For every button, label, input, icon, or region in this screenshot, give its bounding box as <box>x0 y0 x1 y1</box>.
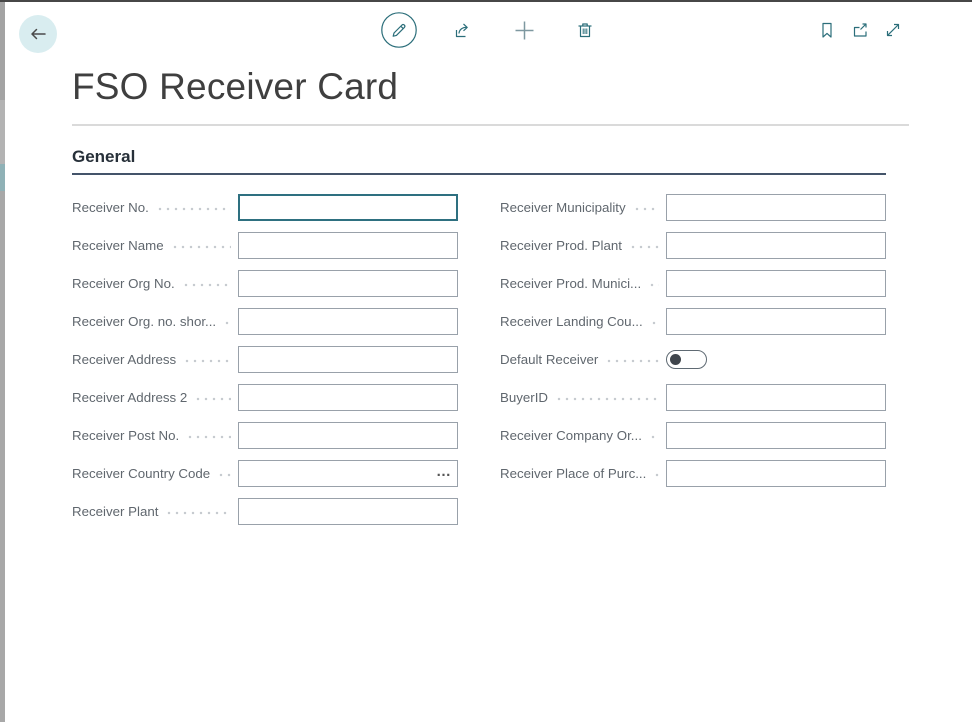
dotted-leader <box>217 473 231 477</box>
field-receiver-company-org: Receiver Company Or... <box>500 416 886 454</box>
field-label: Receiver Place of Purc... <box>500 466 646 481</box>
popout-icon <box>850 20 870 40</box>
toggle-knob <box>670 354 681 365</box>
field-receiver-prod-plant: Receiver Prod. Plant <box>500 226 886 264</box>
field-receiver-org-no: Receiver Org No. <box>72 264 458 302</box>
fields-left-column: Receiver No. Receiver Name Receiver Org … <box>72 188 458 530</box>
receiver-address-2-input[interactable] <box>238 384 458 411</box>
expand-button[interactable] <box>874 2 912 58</box>
field-default-receiver: Default Receiver <box>500 340 886 378</box>
receiver-place-of-purchase-input[interactable] <box>666 460 886 487</box>
field-receiver-name: Receiver Name <box>72 226 458 264</box>
receiver-post-no-input[interactable] <box>238 422 458 449</box>
field-label: Receiver Landing Cou... <box>500 314 643 329</box>
toggle-control <box>666 350 886 369</box>
buyer-id-input[interactable] <box>666 384 886 411</box>
pencil-icon <box>380 11 418 49</box>
receiver-prod-plant-input[interactable] <box>666 232 886 259</box>
section-underline <box>72 173 886 175</box>
new-button[interactable] <box>505 2 543 58</box>
field-label: Receiver Company Or... <box>500 428 642 443</box>
trash-icon <box>575 20 595 40</box>
receiver-prod-municipality-input[interactable] <box>666 270 886 297</box>
country-code-lookup-button[interactable]: … <box>436 464 452 479</box>
receiver-name-input[interactable] <box>238 232 458 259</box>
expand-diagonal-icon <box>883 20 903 40</box>
receiver-org-no-input[interactable] <box>238 270 458 297</box>
field-label: Receiver Org No. <box>72 276 175 291</box>
field-label: Receiver Org. no. shor... <box>72 314 216 329</box>
field-receiver-address-2: Receiver Address 2 <box>72 378 458 416</box>
bookmark-icon <box>817 20 837 40</box>
share-icon <box>452 20 473 41</box>
field-label: Receiver Country Code <box>72 466 210 481</box>
dotted-leader <box>649 435 659 439</box>
default-receiver-toggle[interactable] <box>666 350 707 369</box>
plus-icon <box>513 19 536 42</box>
dotted-leader <box>629 245 659 249</box>
receiver-landing-country-input[interactable] <box>666 308 886 335</box>
fso-receiver-card-page: FSO Receiver Card General Receiver No. R… <box>5 2 972 722</box>
field-receiver-landing-country: Receiver Landing Cou... <box>500 302 886 340</box>
field-label: Default Receiver <box>500 352 598 367</box>
dotted-leader <box>555 397 659 401</box>
field-label: Receiver No. <box>72 200 149 215</box>
dotted-leader <box>186 435 231 439</box>
field-label: Receiver Prod. Munici... <box>500 276 641 291</box>
dotted-leader <box>165 511 231 515</box>
field-buyer-id: BuyerID <box>500 378 886 416</box>
receiver-address-input[interactable] <box>238 346 458 373</box>
field-receiver-post-no: Receiver Post No. <box>72 416 458 454</box>
dotted-leader <box>156 207 231 211</box>
page-toolbar <box>5 2 972 58</box>
receiver-municipality-input[interactable] <box>666 194 886 221</box>
edit-button[interactable] <box>380 2 418 58</box>
field-receiver-prod-municipality: Receiver Prod. Munici... <box>500 264 886 302</box>
dotted-leader <box>648 283 659 287</box>
field-receiver-plant: Receiver Plant <box>72 492 458 530</box>
dotted-leader <box>194 397 231 401</box>
field-label: Receiver Name <box>72 238 164 253</box>
field-receiver-address: Receiver Address <box>72 340 458 378</box>
section-header-general[interactable]: General <box>72 147 972 167</box>
dotted-leader <box>650 321 659 325</box>
dotted-leader <box>633 207 659 211</box>
field-receiver-country-code: Receiver Country Code … <box>72 454 458 492</box>
field-label: Receiver Prod. Plant <box>500 238 622 253</box>
field-receiver-municipality: Receiver Municipality <box>500 188 886 226</box>
share-button[interactable] <box>443 2 481 58</box>
dotted-leader <box>182 283 231 287</box>
field-receiver-org-no-short: Receiver Org. no. shor... <box>72 302 458 340</box>
receiver-country-code-input[interactable] <box>238 460 458 487</box>
field-label: Receiver Address <box>72 352 176 367</box>
field-label: Receiver Plant <box>72 504 158 519</box>
field-label: Receiver Post No. <box>72 428 179 443</box>
dotted-leader <box>653 473 659 477</box>
back-button[interactable] <box>19 15 57 53</box>
dotted-leader <box>183 359 231 363</box>
field-receiver-place-of-purchase: Receiver Place of Purc... <box>500 454 886 492</box>
arrow-left-icon <box>27 23 49 45</box>
dotted-leader <box>223 321 231 325</box>
page-title: FSO Receiver Card <box>72 66 972 108</box>
field-label: BuyerID <box>500 390 548 405</box>
title-divider <box>72 124 909 126</box>
field-label: Receiver Municipality <box>500 200 626 215</box>
field-label: Receiver Address 2 <box>72 390 187 405</box>
field-receiver-no: Receiver No. <box>72 188 458 226</box>
receiver-org-no-short-input[interactable] <box>238 308 458 335</box>
receiver-company-org-input[interactable] <box>666 422 886 449</box>
receiver-no-input[interactable] <box>238 194 458 221</box>
fields-right-column: Receiver Municipality Receiver Prod. Pla… <box>500 188 886 530</box>
delete-button[interactable] <box>566 2 604 58</box>
dotted-leader <box>605 359 659 363</box>
receiver-plant-input[interactable] <box>238 498 458 525</box>
country-code-input-wrap: … <box>238 460 458 487</box>
dotted-leader <box>171 245 231 249</box>
general-fields: Receiver No. Receiver Name Receiver Org … <box>72 188 972 530</box>
